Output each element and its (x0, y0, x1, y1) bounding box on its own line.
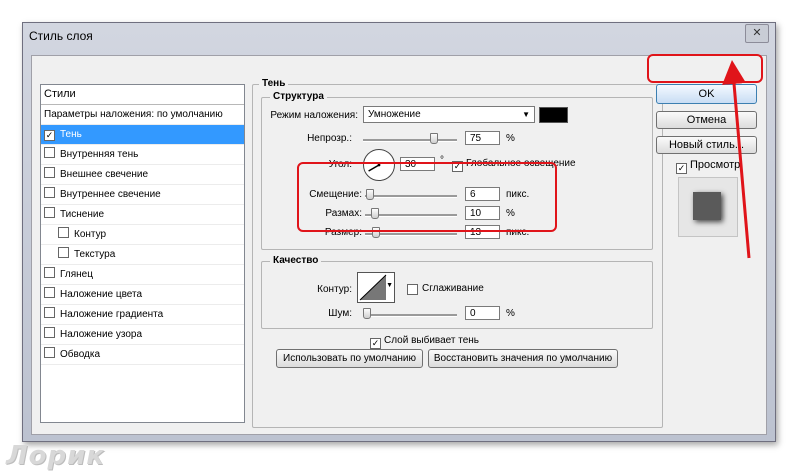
opacity-slider[interactable] (363, 139, 457, 142)
styles-list-item[interactable]: Внутреннее свечение (41, 185, 244, 205)
antialias-checkbox[interactable] (407, 284, 418, 295)
preview-checkbox[interactable]: ✓ (676, 163, 687, 174)
style-label: Внутреннее свечение (60, 189, 161, 200)
style-label: Глянец (60, 269, 93, 280)
noise-slider[interactable] (363, 314, 457, 317)
noise-input[interactable]: 0 (465, 306, 500, 320)
style-label: Внешнее свечение (60, 169, 149, 180)
contour-picker[interactable]: ▼ (357, 272, 395, 303)
style-label: Контур (74, 229, 107, 240)
style-checkbox[interactable] (44, 187, 55, 198)
noise-slider-thumb[interactable] (363, 308, 371, 319)
close-icon[interactable]: ✕ (745, 24, 769, 43)
cancel-button[interactable]: Отмена (656, 111, 757, 129)
knockout-checkbox[interactable]: ✓ (370, 338, 381, 349)
styles-list: Стили Параметры наложения: по умолчанию ✓… (40, 84, 245, 423)
style-checkbox[interactable] (44, 207, 55, 218)
knockout-label: Слой выбивает тень (384, 335, 480, 346)
blend-mode-label: Режим наложения: (270, 110, 358, 121)
style-checkbox[interactable] (44, 287, 55, 298)
window-title: Стиль слоя (29, 29, 93, 43)
style-checkbox[interactable] (44, 147, 55, 158)
style-preview (678, 177, 738, 237)
opacity-unit: % (506, 133, 515, 144)
style-label: Наложение градиента (60, 309, 164, 320)
ok-button[interactable]: OK (656, 84, 757, 104)
quality-group-title: Качество (270, 255, 322, 266)
styles-list-item[interactable]: Внутренняя тень (41, 145, 244, 165)
contour-label: Контур: (317, 284, 352, 295)
style-label: Текстура (74, 249, 116, 260)
watermark: Лорик (6, 441, 105, 471)
style-checkbox[interactable] (44, 307, 55, 318)
structure-group-title: Структура (270, 91, 327, 102)
style-checkbox[interactable] (44, 327, 55, 338)
style-label: Обводка (60, 349, 101, 360)
ok-highlight-box (647, 54, 763, 83)
contour-preview-icon (359, 274, 387, 301)
layer-style-dialog: Стиль слоя ✕ Стили Параметры наложения: … (22, 22, 776, 442)
blend-mode-select[interactable]: Умножение ▼ (363, 106, 535, 123)
styles-list-item[interactable]: Наложение градиента (41, 305, 244, 325)
styles-list-item[interactable]: Глянец (41, 265, 244, 285)
styles-list-item[interactable]: Наложение узора (41, 325, 244, 345)
styles-list-items: Параметры наложения: по умолчанию ✓ Тень Вн… (41, 105, 244, 365)
opacity-slider-thumb[interactable] (429, 133, 438, 144)
chevron-down-icon: ▼ (522, 110, 530, 119)
contour-dropdown-icon[interactable]: ▼ (386, 282, 393, 289)
sliders-highlight-box (297, 162, 557, 232)
style-label: Тень (60, 129, 82, 140)
style-checkbox[interactable]: ✓ (44, 130, 55, 141)
styles-list-header[interactable]: Стили (41, 85, 244, 105)
shadow-group: Тень Структура Режим наложения: Умножени… (252, 78, 663, 428)
title-bar[interactable]: Стиль слоя ✕ (23, 23, 775, 49)
style-label: Параметры наложения: по умолчанию (44, 109, 223, 120)
style-label: Наложение узора (60, 329, 143, 340)
style-label: Внутренняя тень (60, 149, 139, 160)
styles-list-item[interactable]: Обводка (41, 345, 244, 365)
styles-list-item[interactable]: Контур (41, 225, 244, 245)
style-checkbox[interactable] (58, 247, 69, 258)
noise-label: Шум: (328, 308, 352, 319)
style-checkbox[interactable] (44, 167, 55, 178)
opacity-input[interactable]: 75 (465, 131, 500, 145)
preview-swatch (693, 192, 721, 220)
style-checkbox[interactable] (44, 347, 55, 358)
style-checkbox[interactable] (58, 227, 69, 238)
new-style-button[interactable]: Новый стиль... (656, 136, 757, 154)
antialias-label: Сглаживание (422, 283, 484, 294)
styles-list-item[interactable]: Внешнее свечение (41, 165, 244, 185)
noise-unit: % (506, 308, 515, 319)
styles-list-item[interactable]: Тиснение (41, 205, 244, 225)
reset-default-button[interactable]: Восстановить значения по умолчанию (428, 349, 618, 368)
style-label: Наложение цвета (60, 289, 143, 300)
styles-list-item[interactable]: Наложение цвета (41, 285, 244, 305)
make-default-button[interactable]: Использовать по умолчанию (276, 349, 423, 368)
styles-list-item[interactable]: ✓ Тень (41, 125, 244, 145)
dialog-client-area: Стили Параметры наложения: по умолчанию ✓… (31, 55, 767, 435)
opacity-label: Непрозр.: (307, 133, 352, 144)
styles-list-item[interactable]: Текстура (41, 245, 244, 265)
shadow-color-swatch[interactable] (539, 107, 568, 123)
quality-group: Качество Контур: ▼ Сглаживание Шум: 0 % (261, 255, 653, 329)
shadow-group-title: Тень (259, 78, 289, 89)
styles-list-item[interactable]: Параметры наложения: по умолчанию (41, 105, 244, 125)
style-label: Тиснение (60, 209, 105, 220)
preview-label: Просмотр (690, 159, 741, 171)
style-checkbox[interactable] (44, 267, 55, 278)
blend-mode-value: Умножение (368, 109, 421, 120)
